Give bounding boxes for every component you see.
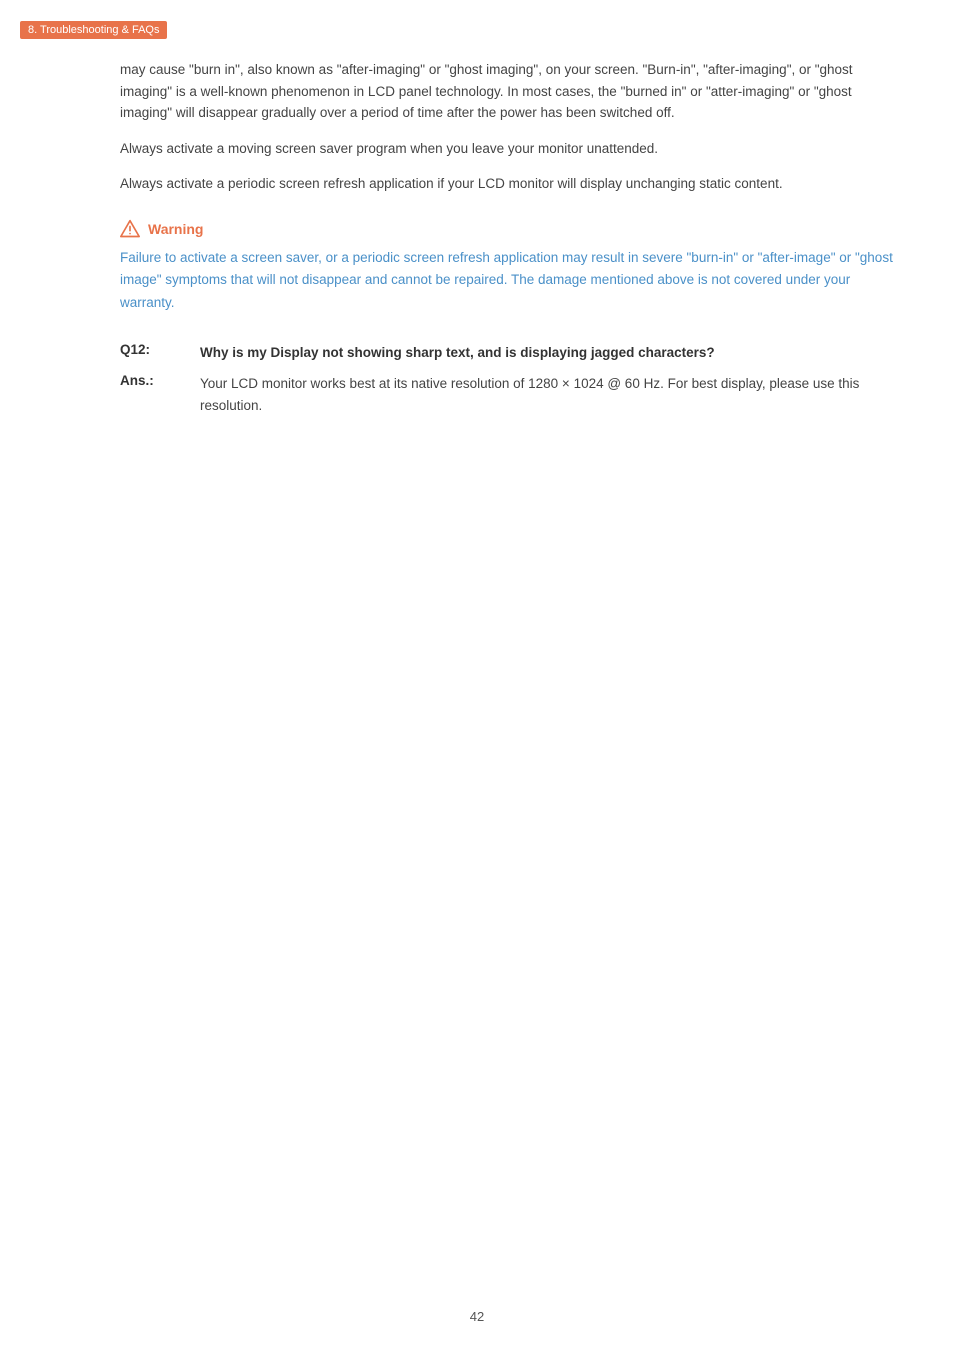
qa-question-row: Q12: Why is my Display not showing sharp… <box>120 342 894 364</box>
question-text: Why is my Display not showing sharp text… <box>200 342 894 364</box>
section-header: 8. Troubleshooting & FAQs <box>20 21 167 39</box>
body-paragraph-3: Always activate a periodic screen refres… <box>120 173 894 195</box>
qa-block: Q12: Why is my Display not showing sharp… <box>120 342 894 417</box>
answer-text: Your LCD monitor works best at its nativ… <box>200 373 894 416</box>
warning-text: Failure to activate a screen saver, or a… <box>120 247 894 314</box>
warning-title-row: Warning <box>120 219 894 239</box>
warning-label: Warning <box>148 221 203 237</box>
page-container: 8. Troubleshooting & FAQs may cause "bur… <box>0 0 954 1354</box>
page-number: 42 <box>470 1309 484 1324</box>
content-area: may cause "burn in", also known as "afte… <box>0 59 954 417</box>
body-paragraph-1: may cause "burn in", also known as "afte… <box>120 59 894 124</box>
answer-label: Ans.: <box>120 373 200 388</box>
body-paragraph-2: Always activate a moving screen saver pr… <box>120 138 894 160</box>
qa-answer-row: Ans.: Your LCD monitor works best at its… <box>120 373 894 416</box>
warning-block: Warning Failure to activate a screen sav… <box>120 219 894 314</box>
warning-triangle-icon <box>120 219 140 239</box>
question-label: Q12: <box>120 342 200 357</box>
